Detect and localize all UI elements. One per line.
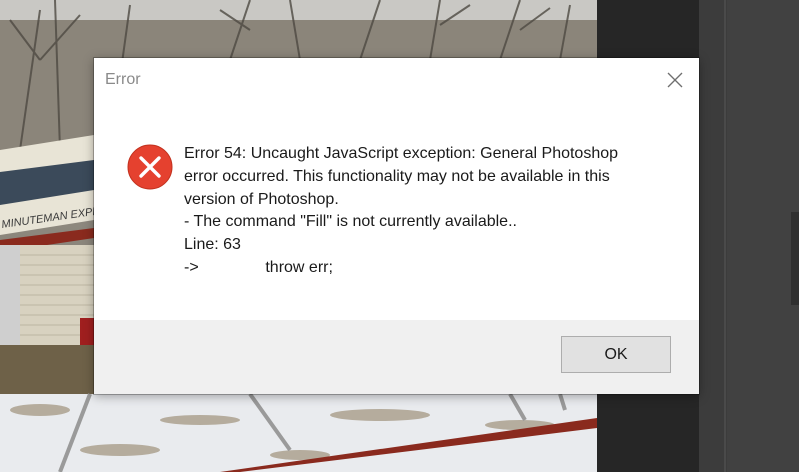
screen: MINUTEMAN EXPRES Error Error 54: Uncaugh…	[0, 0, 799, 472]
dialog-title: Error	[105, 71, 141, 88]
error-message: Error 54: Uncaught JavaScript exception:…	[184, 143, 664, 280]
error-dialog: Error Error 54: Uncaught JavaScript exce…	[94, 58, 699, 394]
message-line: error occurred. This functionality may n…	[184, 167, 610, 185]
dialog-content: Error 54: Uncaught JavaScript exception:…	[94, 103, 699, 320]
close-button[interactable]	[660, 66, 690, 94]
panel-collapse-tab[interactable]	[791, 212, 799, 305]
close-icon	[667, 72, 683, 88]
message-line: Error 54: Uncaught JavaScript exception:…	[184, 145, 619, 162]
message-line: -> throw err;	[184, 258, 333, 276]
message-line: version of Photoshop.	[184, 190, 339, 208]
message-line: - The command "Fill" is not currently av…	[184, 213, 517, 231]
panel-divider	[724, 0, 726, 472]
dialog-footer: OK	[94, 320, 699, 394]
dialog-titlebar[interactable]: Error	[94, 58, 699, 103]
ok-button[interactable]: OK	[561, 336, 671, 373]
panel-column	[727, 0, 799, 472]
error-icon	[127, 144, 173, 190]
message-line: Line: 63	[184, 236, 241, 254]
